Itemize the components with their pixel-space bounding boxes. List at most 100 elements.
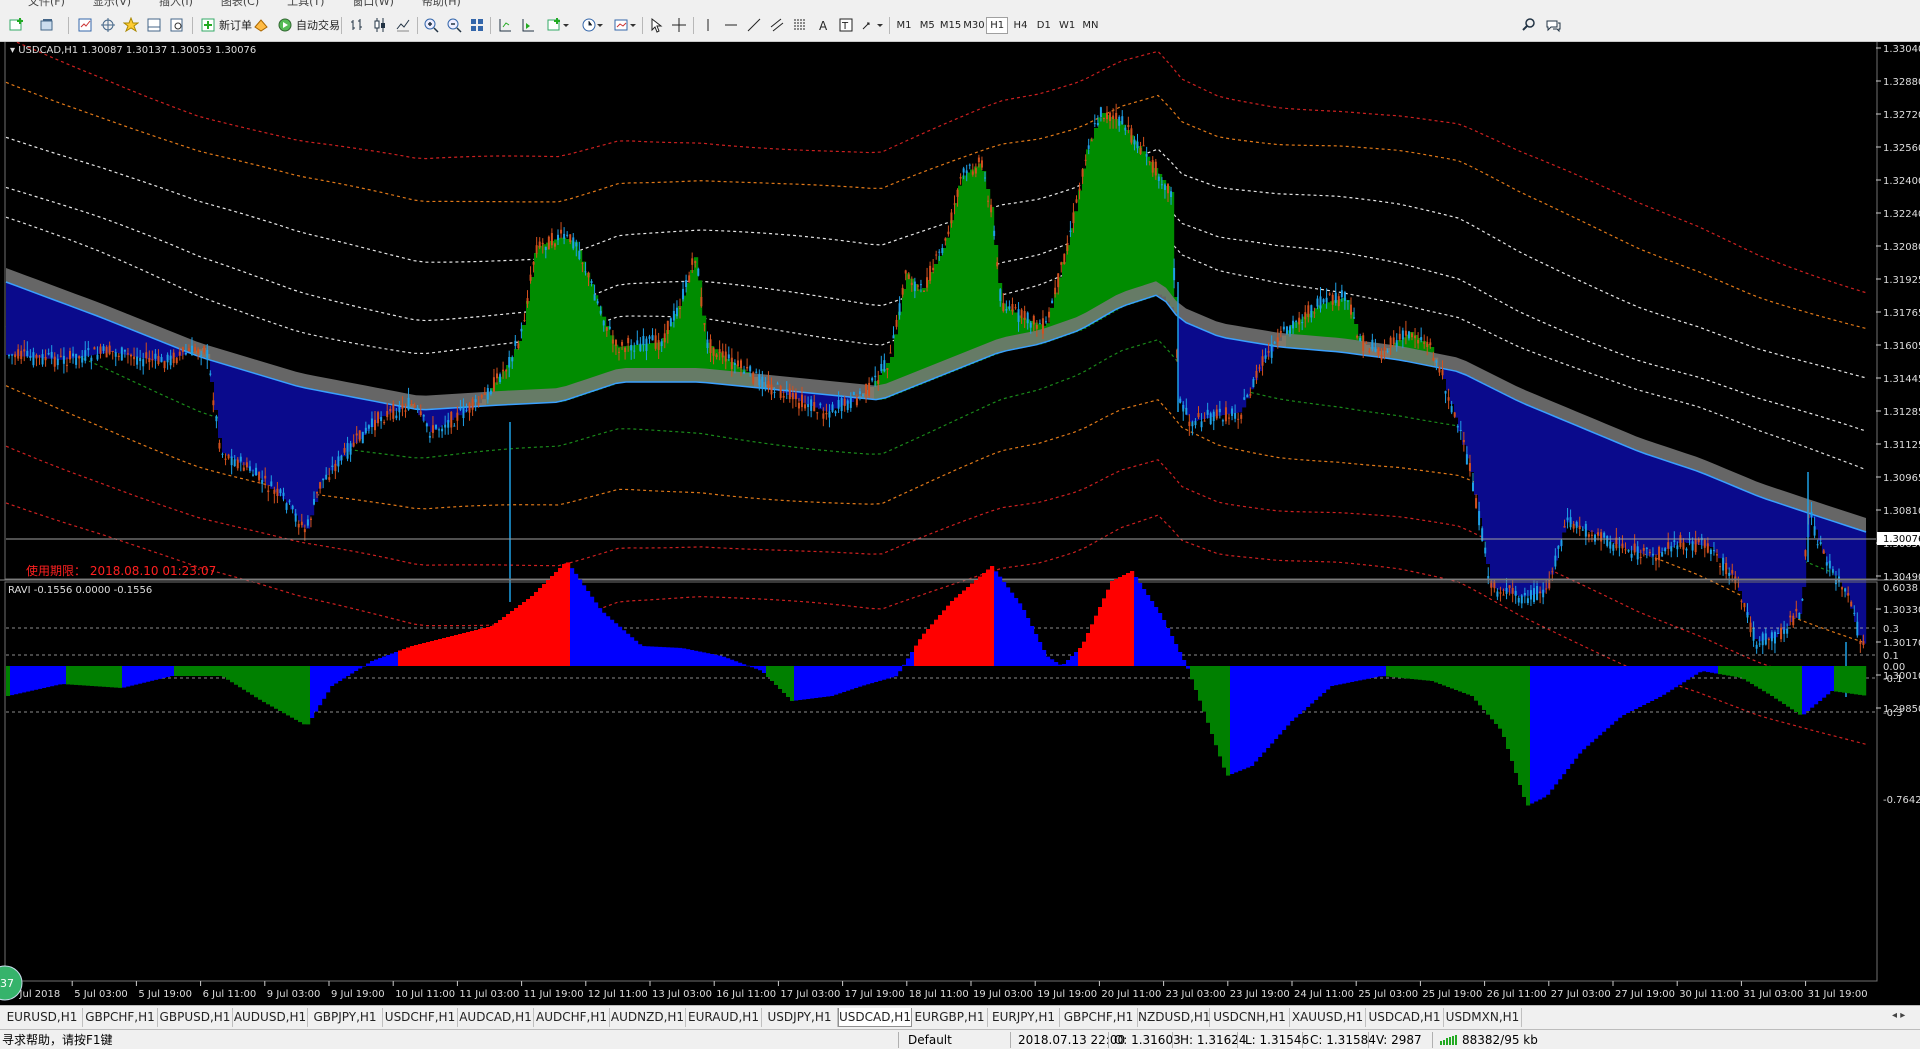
text-label-button[interactable]: T [835, 15, 857, 35]
timeframe-m5[interactable]: M5 [916, 17, 938, 34]
chart-tab[interactable]: AUDNZD,H1 [610, 1008, 686, 1027]
navigator-button[interactable] [97, 15, 119, 35]
timeframe-w1[interactable]: W1 [1056, 17, 1078, 34]
cloud-fill-segment [1150, 162, 1155, 298]
search-button[interactable] [1518, 15, 1540, 35]
candlestick-button[interactable] [369, 15, 391, 35]
candle-body [160, 357, 163, 363]
indicators-button[interactable] [543, 15, 573, 35]
menu-item-6[interactable]: 帮助(H) [422, 0, 461, 7]
candle-body [444, 424, 447, 428]
zoom-in-button[interactable] [420, 15, 442, 35]
timeframe-d1[interactable]: D1 [1033, 17, 1055, 34]
arrows-button[interactable] [858, 15, 886, 35]
cloud-fill-segment [1466, 375, 1471, 459]
new-order-button[interactable]: 新订单 [196, 15, 256, 35]
menu-item-2[interactable]: 插入(I) [159, 0, 193, 7]
timeframe-m1[interactable]: M1 [893, 17, 915, 34]
candle-body [242, 467, 245, 471]
line-chart-icon [396, 19, 410, 32]
cursor-button[interactable] [645, 15, 667, 35]
chart-tab[interactable]: AUDCAD,H1 [458, 1008, 534, 1027]
menu-item-4[interactable]: 工具(T) [287, 0, 324, 7]
chart-tab[interactable]: USDCNH,H1 [1210, 1008, 1290, 1027]
ravi-histogram-bar [370, 661, 375, 666]
terminal-button[interactable] [143, 15, 165, 35]
zoom-out-button[interactable] [443, 15, 465, 35]
new-chart-button[interactable] [6, 15, 28, 35]
chart-tab[interactable]: GBPCHF,H1 [83, 1008, 158, 1027]
chart-tab[interactable]: EURUSD,H1 [2, 1008, 83, 1027]
favorites-button[interactable] [120, 15, 142, 35]
menu-item-1[interactable]: 显示(V) [93, 0, 131, 7]
chart-tab[interactable]: XAUUSD,H1 [1290, 1008, 1366, 1027]
cloud-fill-segment [1154, 168, 1159, 296]
chart-tab[interactable]: NZDUSD,H1 [1138, 1008, 1211, 1027]
chart-tab[interactable]: GBPUSD,H1 [158, 1008, 233, 1027]
ravi-histogram-bar [1566, 666, 1571, 769]
metaeditor-button[interactable] [250, 15, 272, 35]
templates-button[interactable] [610, 15, 640, 35]
chart-tab[interactable]: EURJPY,H1 [988, 1008, 1060, 1027]
chart-tab[interactable]: USDCHF,H1 [383, 1008, 458, 1027]
chat-button[interactable] [1542, 15, 1564, 35]
chart-tab[interactable]: USDJPY,H1 [762, 1008, 838, 1027]
bar-chart-button[interactable] [346, 15, 368, 35]
chart-tab[interactable]: GBPJPY,H1 [308, 1008, 383, 1027]
crosshair-button[interactable] [668, 15, 690, 35]
timeframe-m15[interactable]: M15 [940, 17, 962, 34]
market-watch-button[interactable] [74, 15, 96, 35]
candle-body [1136, 141, 1139, 149]
candle-body [810, 399, 813, 411]
connection-bars-icon[interactable] [1440, 1034, 1458, 1049]
candle-body [1655, 558, 1657, 561]
ravi-histogram-bar [450, 636, 455, 666]
tester-button[interactable] [166, 15, 188, 35]
autoscroll-button[interactable] [517, 15, 539, 35]
ravi-histogram-bar [994, 571, 999, 666]
cloud-fill-segment [1802, 511, 1807, 587]
candle-body [959, 176, 962, 179]
ravi-histogram-bar [1194, 666, 1199, 690]
periods-button[interactable] [577, 15, 607, 35]
timeframe-mn[interactable]: MN [1079, 17, 1101, 34]
chart-tab[interactable]: AUDUSD,H1 [233, 1008, 308, 1027]
terminal-icon [147, 18, 161, 32]
candle-body [1816, 544, 1819, 546]
profiles-button[interactable] [36, 15, 58, 35]
line-chart-button[interactable] [392, 15, 414, 35]
tile-windows-button[interactable] [466, 15, 488, 35]
menu-item-0[interactable]: 文件(F) [28, 0, 65, 7]
chart-tab[interactable]: EURAUD,H1 [686, 1008, 762, 1027]
ravi-histogram-bar [762, 666, 767, 673]
trendline-button[interactable] [743, 15, 765, 35]
fibonacci-button[interactable] [789, 15, 811, 35]
chart-tab[interactable]: GBPCHF,H1 [1060, 1008, 1138, 1027]
chart-tab[interactable]: AUDCHF,H1 [534, 1008, 610, 1027]
text-button[interactable]: A [812, 15, 834, 35]
equidistant-channel-button[interactable] [766, 15, 788, 35]
cloud-fill-segment [1450, 370, 1455, 404]
timeframe-h1[interactable]: H1 [986, 17, 1009, 34]
candle-body [834, 411, 837, 414]
tabs-scroll-icon[interactable]: ◂ ▸ [1892, 1010, 1905, 1021]
candle-body [1533, 588, 1535, 602]
chart-tab[interactable]: USDMXN,H1 [1444, 1008, 1522, 1027]
cloud-fill-segment [978, 163, 983, 361]
ravi-histogram-bar [410, 646, 415, 666]
menu-item-3[interactable]: 图表(C) [221, 0, 259, 7]
chart-tab[interactable]: EURGBP,H1 [912, 1008, 988, 1027]
chart-tab[interactable]: USDCAD,H1 [838, 1008, 912, 1027]
cloud-fill-segment [1266, 344, 1271, 357]
timeframe-h4[interactable]: H4 [1010, 17, 1032, 34]
chart-tab[interactable]: USDCAD,H1 [1366, 1008, 1444, 1027]
horizontal-line-button[interactable] [720, 15, 742, 35]
chart-window[interactable]: ▾ USDCAD,H1 1.30087 1.30137 1.30053 1.30… [0, 42, 1920, 1012]
auto-trading-button[interactable]: 自动交易 [273, 15, 344, 35]
chart-shift-button[interactable] [494, 15, 516, 35]
vertical-line-button[interactable] [697, 15, 719, 35]
candle-body [1102, 117, 1105, 119]
timeframe-m30[interactable]: M30 [963, 17, 985, 34]
menu-item-5[interactable]: 窗口(W) [352, 0, 393, 7]
cloud-fill-segment [558, 237, 563, 403]
